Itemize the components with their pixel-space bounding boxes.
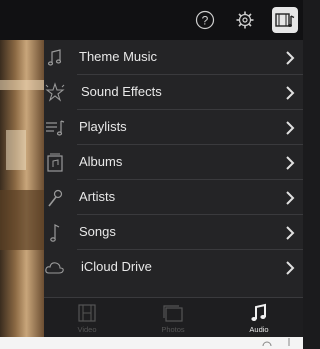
chevron-right-icon	[286, 261, 295, 275]
menu-item-label: Albums	[79, 154, 123, 169]
bottom-edge-strip	[0, 337, 303, 349]
help-icon[interactable]: ?	[195, 10, 215, 30]
cloud-icon	[45, 262, 64, 274]
top-toolbar: ?	[0, 0, 303, 40]
menu-item-songs[interactable]: Songs	[44, 215, 303, 250]
music-note-icon	[47, 49, 62, 66]
gear-icon[interactable]	[235, 10, 255, 30]
photos-icon	[163, 305, 183, 322]
tab-audio[interactable]: Audio	[216, 298, 302, 338]
media-library-button[interactable]	[272, 7, 298, 33]
menu-item-label: Playlists	[79, 119, 127, 134]
audio-menu-panel: Theme Music Sound Effects Playlists Albu…	[44, 40, 303, 297]
tab-photos[interactable]: Photos	[130, 298, 216, 338]
partial-icon	[262, 341, 272, 346]
sparkle-star-icon	[45, 82, 65, 102]
tab-label: Audio	[249, 325, 269, 334]
single-note-icon	[50, 224, 60, 242]
chevron-right-icon	[286, 121, 295, 135]
chevron-right-icon	[286, 156, 295, 170]
tab-label: Video	[77, 325, 97, 334]
menu-item-sound-effects[interactable]: Sound Effects	[44, 75, 303, 110]
chevron-right-icon	[286, 51, 295, 65]
menu-item-albums[interactable]: Albums	[44, 145, 303, 180]
media-tab-bar: Video Photos Audio	[44, 297, 303, 338]
chevron-right-icon	[286, 191, 295, 205]
svg-text:?: ?	[202, 14, 209, 28]
menu-item-playlists[interactable]: Playlists	[44, 110, 303, 145]
microphone-icon	[48, 189, 63, 207]
menu-item-label: iCloud Drive	[81, 259, 152, 274]
tab-video[interactable]: Video	[44, 298, 130, 338]
music-note-icon	[251, 303, 266, 321]
menu-item-label: Artists	[79, 189, 116, 204]
background-photo-preview	[0, 40, 44, 337]
partial-icon	[288, 338, 290, 346]
film-strip-icon	[78, 304, 96, 322]
menu-item-label: Sound Effects	[81, 84, 162, 99]
chevron-right-icon	[286, 226, 295, 240]
tab-label: Photos	[161, 325, 185, 334]
film-music-icon	[275, 13, 295, 27]
menu-item-label: Theme Music	[79, 49, 158, 64]
playlist-icon	[46, 120, 65, 136]
menu-item-icloud-drive[interactable]: iCloud Drive	[44, 250, 303, 285]
menu-item-label: Songs	[79, 224, 116, 239]
menu-item-theme-music[interactable]: Theme Music	[44, 40, 303, 75]
album-icon	[47, 153, 63, 172]
menu-item-artists[interactable]: Artists	[44, 180, 303, 215]
chevron-right-icon	[286, 86, 295, 100]
